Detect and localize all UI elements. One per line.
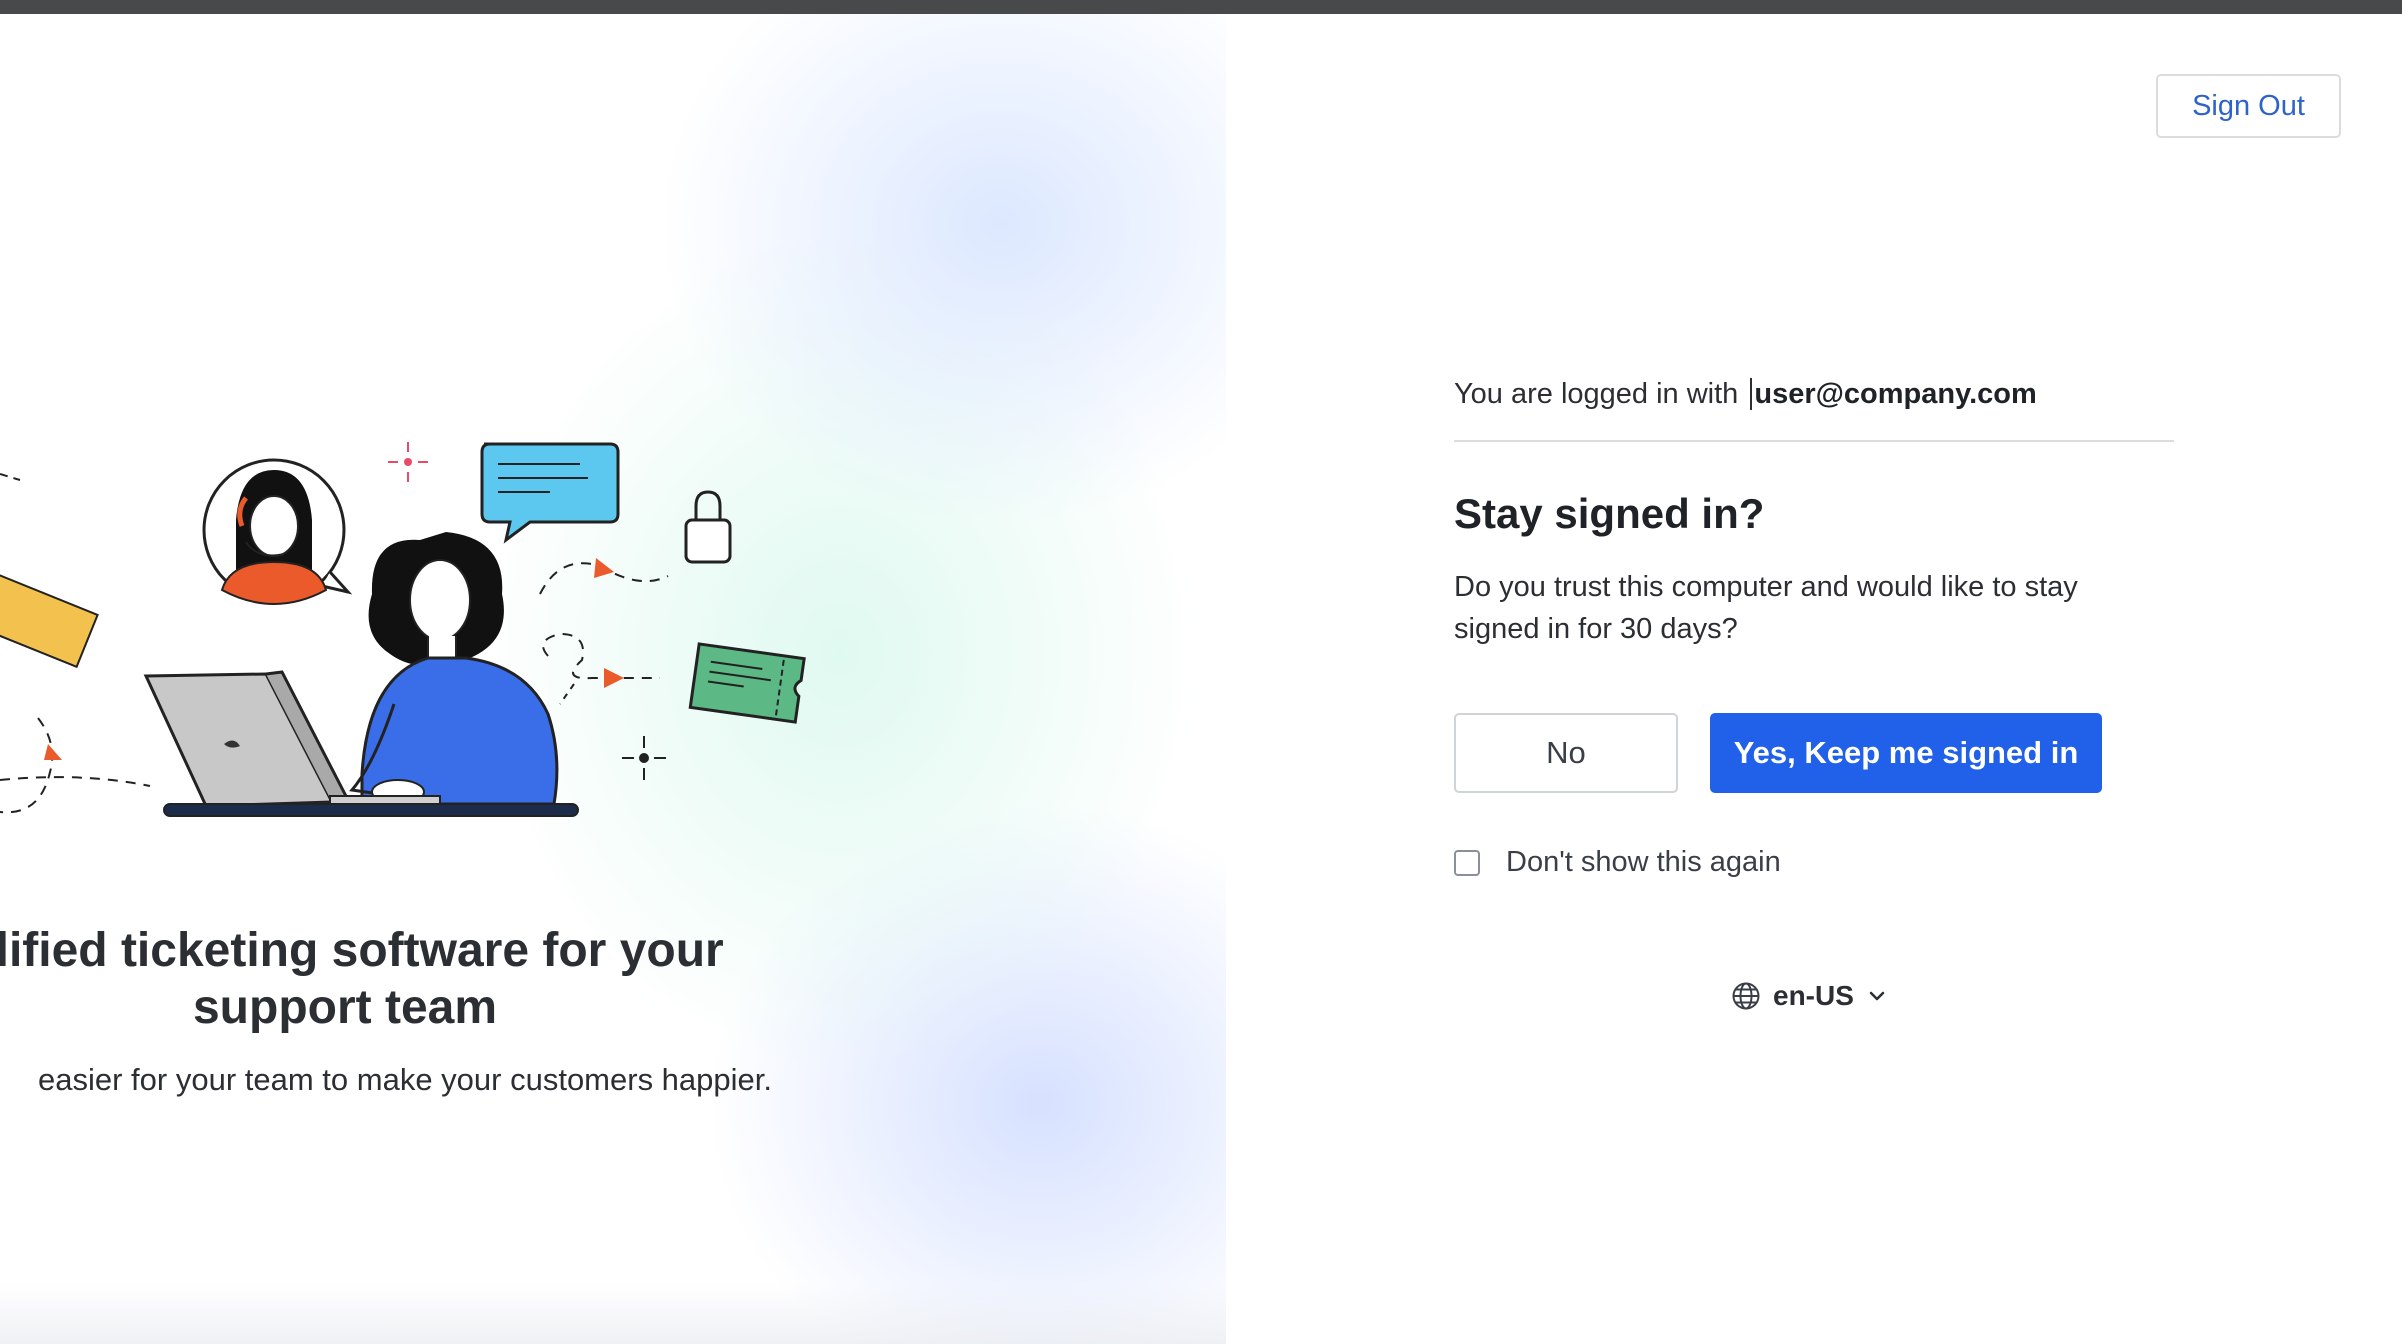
sign-out-button[interactable]: Sign Out (2156, 74, 2341, 138)
support-agent-illustration (0, 442, 806, 817)
logged-in-info: You are logged in with user@company.com (1454, 378, 2037, 411)
yes-keep-signed-in-button[interactable]: Yes, Keep me signed in (1710, 713, 2102, 793)
dont-show-again-checkbox[interactable] (1454, 849, 1480, 876)
browser-top-bar (0, 0, 2402, 14)
dont-show-again-label[interactable]: Don't show this again (1506, 846, 1781, 879)
chevron-down-icon (1869, 991, 1885, 1001)
stay-signed-in-title: Stay signed in? (1454, 490, 1765, 537)
hero-heading: plified ticketing software for your supp… (0, 922, 890, 1036)
hero-panel: plified ticketing software for your supp… (0, 14, 1226, 1344)
divider (1454, 440, 2174, 442)
globe-icon (1732, 982, 1760, 1010)
logged-in-prefix: You are logged in with (1454, 378, 1739, 410)
hero-subtext: easier for your team to make your custom… (38, 1062, 772, 1097)
hero-heading-line1: plified ticketing software for your (0, 924, 724, 977)
trust-description: Do you trust this computer and would lik… (1454, 571, 2078, 645)
dont-show-again-option[interactable]: Don't show this again (1454, 846, 1781, 879)
logged-in-email: user@company.com (1750, 378, 2037, 410)
language-selector[interactable]: en-US (1731, 980, 1886, 1012)
language-label[interactable]: en-US (1773, 980, 1854, 1012)
hero-heading-line2: support team (192, 981, 498, 1034)
no-button[interactable]: No (1454, 713, 1678, 793)
